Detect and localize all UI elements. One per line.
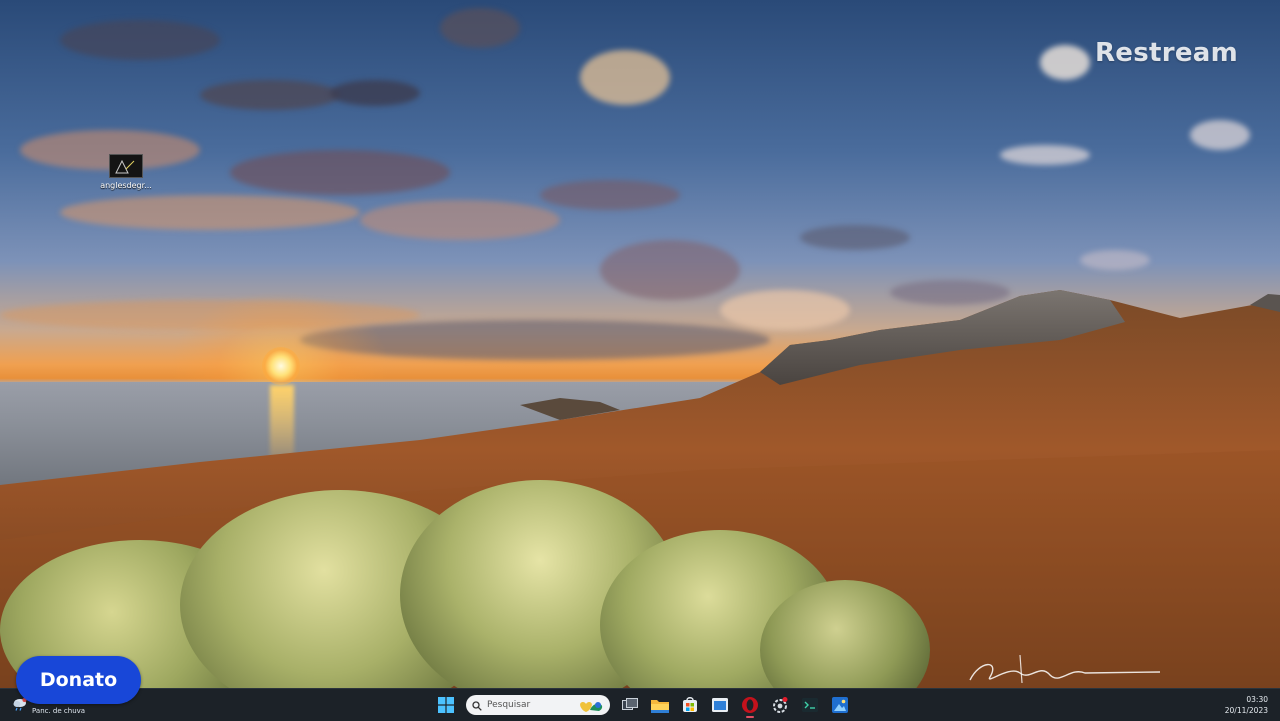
settings-icon[interactable]	[770, 695, 790, 715]
search-placeholder: Pesquisar	[487, 700, 531, 710]
weather-label: Panc. de chuva	[32, 707, 86, 715]
wallpaper-signature	[969, 654, 1161, 684]
clock-time: 03:30	[1246, 695, 1268, 704]
image-file-icon	[109, 154, 143, 178]
clock-date: 20/11/2023	[1224, 706, 1268, 715]
taskbar-pinned-apps: Pesquisar	[436, 693, 850, 718]
task-view-icon[interactable]	[620, 695, 640, 715]
app-window-icon[interactable]	[710, 695, 730, 715]
search-highlight-icon	[578, 698, 604, 717]
taskbar-search-input[interactable]: Pesquisar	[466, 695, 610, 715]
terminal-app-icon[interactable]	[800, 695, 820, 715]
taskbar-clock[interactable]: 03:30 20/11/2023	[1225, 694, 1268, 716]
store-icon[interactable]	[680, 695, 700, 715]
opera-browser-icon[interactable]	[740, 695, 760, 718]
file-explorer-icon[interactable]	[650, 695, 670, 715]
search-icon	[472, 696, 482, 715]
desktop-icon-anglesdegr[interactable]: anglesdegr...	[100, 154, 152, 190]
windows-start-icon[interactable]	[436, 695, 456, 715]
active-app-indicator	[746, 716, 754, 718]
taskbar: Panc. de chuva Pesquisar 03:30 20/11/202…	[0, 688, 1280, 721]
donate-button[interactable]: Donato	[16, 656, 141, 704]
desktop-wallpaper: Restream anglesdegr...	[0, 0, 1280, 688]
desktop-icon-label: anglesdegr...	[100, 181, 152, 190]
photos-app-icon[interactable]	[830, 695, 850, 715]
restream-watermark: Restream	[1094, 38, 1238, 68]
